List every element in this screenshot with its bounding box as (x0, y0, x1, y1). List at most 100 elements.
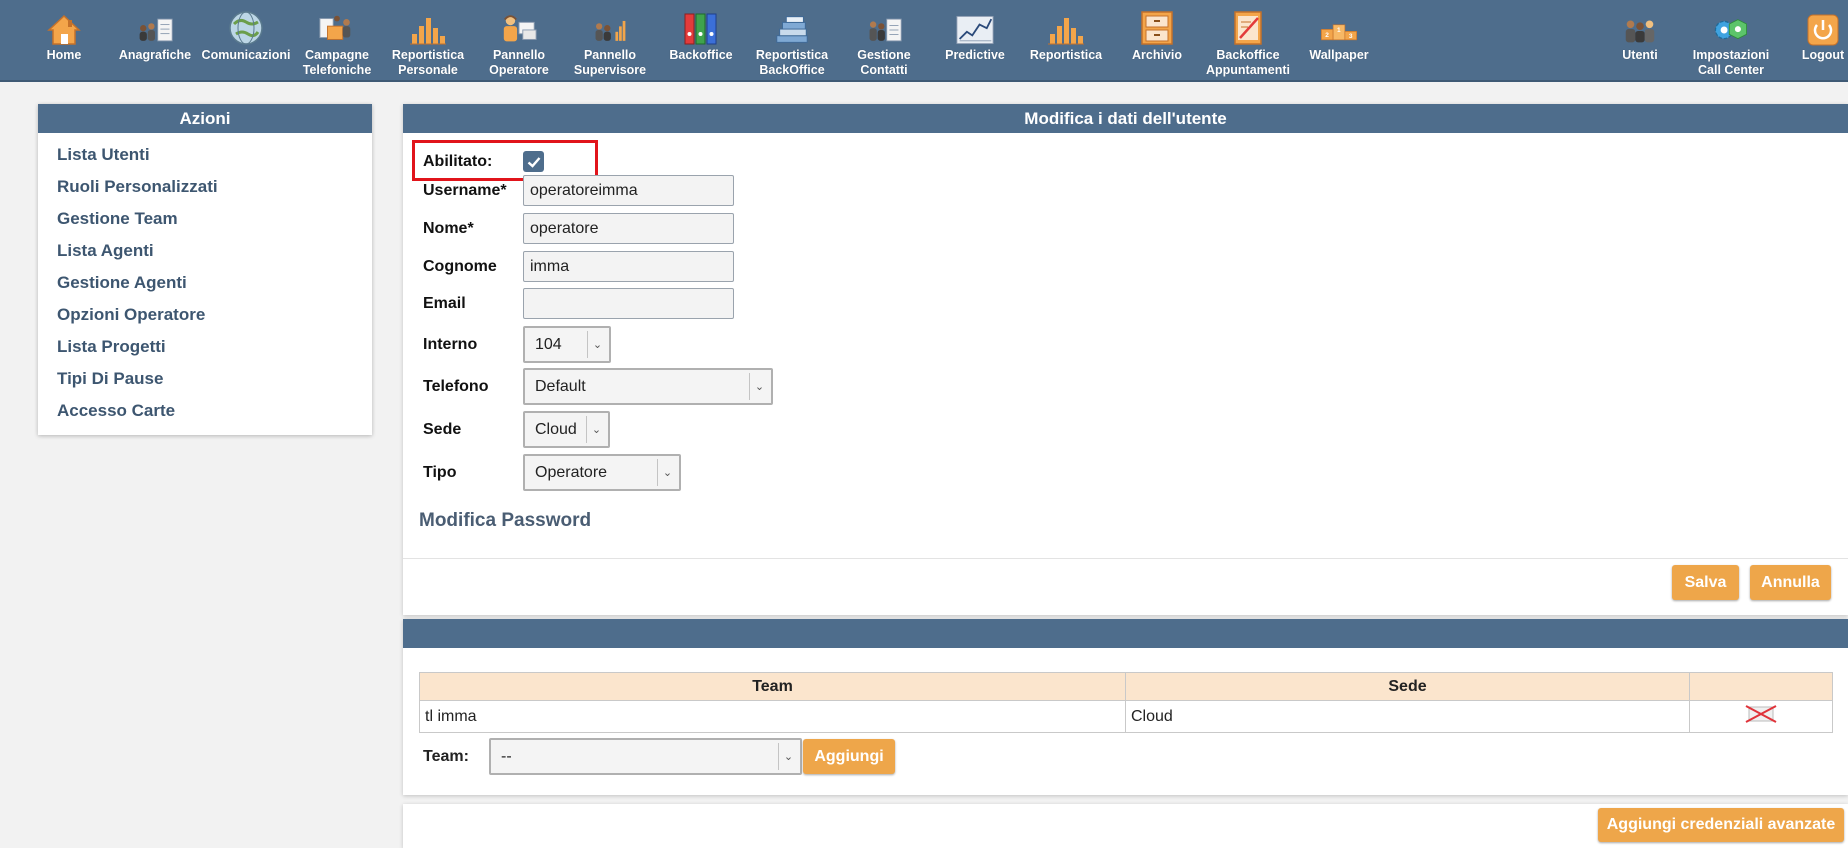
telefono-select[interactable]: Default ⌄ (523, 368, 773, 405)
sidebar-item-lista-agenti[interactable]: Lista Agenti (38, 235, 372, 267)
toolbar-predictive[interactable]: Predictive (931, 8, 1019, 82)
podium-icon: 2 1 3 (1320, 8, 1358, 46)
toolbar-pannello-operatore[interactable]: Pannello Operatore (475, 8, 563, 82)
toolbar-archivio[interactable]: Archivio (1113, 8, 1201, 82)
team-select-value: -- (501, 747, 512, 765)
toolbar-reportistica-personale[interactable]: Reportistica Personale (384, 8, 472, 82)
sede-select[interactable]: Cloud ⌄ (523, 411, 610, 448)
toolbar-label: Pannello Supervisore (573, 48, 647, 77)
save-button[interactable]: Salva (1672, 565, 1739, 600)
chevron-down-icon: ⌄ (587, 331, 607, 358)
toolbar-campagne-telefoniche[interactable]: Campagne Telefoniche (293, 8, 381, 82)
table-row: tl imma Cloud (419, 700, 1833, 733)
toolbar-gestione-contatti[interactable]: Gestione Contatti (840, 8, 928, 82)
sede-label: Sede (423, 420, 462, 438)
column-sede: Sede (1125, 672, 1690, 701)
nome-row: Nome* (423, 213, 734, 244)
toolbar-label: Backoffice (669, 48, 733, 62)
settings-gears-icon (1712, 8, 1750, 46)
team-select[interactable]: -- ⌄ (489, 738, 802, 775)
sidebar-item-ruoli-personalizzati[interactable]: Ruoli Personalizzati (38, 171, 372, 203)
toolbar-pannello-supervisore[interactable]: Pannello Supervisore (566, 8, 654, 82)
sidebar-item-opzioni-operatore[interactable]: Opzioni Operatore (38, 299, 372, 331)
sidebar-item-lista-utenti[interactable]: Lista Utenti (38, 139, 372, 171)
toolbar-label: Gestione Contatti (857, 48, 911, 77)
add-advanced-credentials-button[interactable]: Aggiungi credenziali avanzate (1598, 808, 1844, 842)
email-label: Email (423, 294, 466, 312)
team-table: Team Sede tl imma Cloud (419, 672, 1833, 733)
username-input[interactable] (523, 175, 734, 206)
advanced-credentials-panel: Aggiungi credenziali avanzate (403, 804, 1848, 848)
password-section-title[interactable]: Modifica Password (419, 510, 591, 532)
toolbar-label: Logout (1801, 48, 1845, 62)
toolbar-utenti[interactable]: Utenti (1596, 8, 1684, 82)
cognome-row: Cognome (423, 251, 734, 282)
team-add-row: Team: -- ⌄ (423, 738, 802, 775)
team-cell: tl imma (419, 700, 1126, 733)
svg-text:2: 2 (1325, 32, 1329, 39)
toolbar-reportistica-backoffice[interactable]: Reportistica BackOffice (748, 8, 836, 82)
toolbar-label: Predictive (945, 48, 1005, 62)
email-row: Email (423, 288, 734, 319)
sidebar-item-lista-progetti[interactable]: Lista Progetti (38, 331, 372, 363)
toolbar-label: Pannello Operatore (489, 48, 549, 77)
sidebar-item-gestione-agenti[interactable]: Gestione Agenti (38, 267, 372, 299)
toolbar-anagrafiche[interactable]: Anagrafiche (111, 8, 199, 82)
team-panel: Team Sede tl imma Cloud Team: -- ⌄ Aggiu… (403, 619, 1848, 795)
toolbar-label: Impostazioni Call Center (1692, 48, 1770, 77)
add-team-button[interactable]: Aggiungi (803, 739, 895, 774)
cancel-button[interactable]: Annulla (1750, 565, 1831, 600)
toolbar-home[interactable]: Home (20, 8, 108, 82)
team-panel-header (403, 619, 1848, 648)
operator-icon (500, 8, 538, 46)
sidebar-item-gestione-team[interactable]: Gestione Team (38, 203, 372, 235)
tipo-label: Tipo (423, 463, 457, 481)
enabled-checkbox[interactable] (523, 151, 544, 172)
toolbar-label: Backoffice Appuntamenti (1205, 48, 1291, 77)
cabinet-icon (1138, 8, 1176, 46)
tipo-row: Tipo Operatore ⌄ (423, 454, 681, 491)
svg-text:1: 1 (1337, 27, 1341, 34)
toolbar-logout[interactable]: Logout (1778, 8, 1848, 82)
interno-select[interactable]: 104 ⌄ (523, 326, 611, 363)
toolbar-backoffice[interactable]: Backoffice (657, 8, 745, 82)
username-row: Username* (423, 175, 734, 206)
divider (403, 558, 1848, 559)
toolbar-wallpaper[interactable]: 2 1 3 Wallpaper (1295, 8, 1383, 82)
sidebar-item-tipi-di-pause[interactable]: Tipi Di Pause (38, 363, 372, 395)
nome-input[interactable] (523, 213, 734, 244)
sede-row: Sede Cloud ⌄ (423, 411, 610, 448)
interno-label: Interno (423, 335, 478, 353)
check-icon (527, 156, 540, 168)
cognome-label: Cognome (423, 257, 497, 275)
toolbar-reportistica[interactable]: Reportistica (1022, 8, 1110, 82)
enabled-row: Abilitato: (423, 151, 544, 172)
chevron-down-icon: ⌄ (657, 459, 677, 486)
tipo-select[interactable]: Operatore ⌄ (523, 454, 681, 491)
email-input[interactable] (523, 288, 734, 319)
telefono-value: Default (535, 377, 586, 395)
cognome-input[interactable] (523, 251, 734, 282)
actions-panel-title: Azioni (38, 104, 372, 133)
toolbar-comunicazioni[interactable]: Comunicazioni (202, 8, 290, 82)
toolbar-backoffice-appuntamenti[interactable]: Backoffice Appuntamenti (1204, 8, 1292, 82)
line-chart-icon (956, 8, 994, 46)
table-header-row: Team Sede (419, 672, 1833, 701)
chevron-down-icon: ⌄ (749, 373, 769, 400)
supervisor-icon (591, 8, 629, 46)
column-team: Team (419, 672, 1126, 701)
sidebar-item-accesso-carte[interactable]: Accesso Carte (38, 395, 372, 427)
bar-chart-icon (1047, 8, 1085, 46)
delete-icon[interactable] (1744, 703, 1778, 725)
toolbar-label: Home (46, 48, 82, 62)
toolbar-label: Campagne Telefoniche (302, 48, 372, 77)
nome-label: Nome* (423, 219, 474, 237)
telefono-label: Telefono (423, 377, 489, 395)
sede-value: Cloud (535, 420, 577, 438)
interno-row: Interno 104 ⌄ (423, 326, 611, 363)
chevron-down-icon: ⌄ (778, 743, 798, 770)
telefono-row: Telefono Default ⌄ (423, 368, 773, 405)
sede-cell: Cloud (1125, 700, 1690, 733)
toolbar-impostazioni-call-center[interactable]: Impostazioni Call Center (1687, 8, 1775, 82)
enabled-label: Abilitato: (423, 152, 493, 170)
